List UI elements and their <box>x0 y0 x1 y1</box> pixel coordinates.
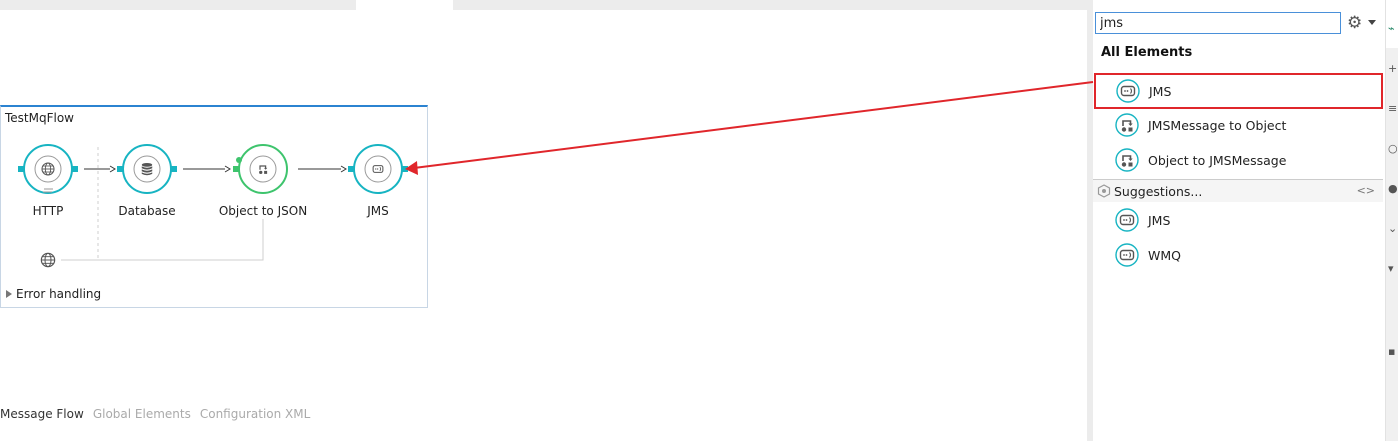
error-handling-label: Error handling <box>16 287 102 301</box>
palette-item-label: JMS <box>1149 83 1172 99</box>
mule-palette: ⚙ All Elements JMS JMSMessage to Object … <box>1093 0 1385 441</box>
suggestions-icon <box>1097 184 1111 198</box>
right-toolbar: ⌁ + ≡ ○ ● ⌄ ▾ ▪ <box>1385 0 1398 441</box>
suggestion-item-wmq[interactable]: WMQ <box>1093 238 1383 272</box>
tab-message-flow[interactable]: Message Flow <box>0 407 84 421</box>
toolbar-icon[interactable]: ○ <box>1388 142 1398 155</box>
toolbar-icon[interactable]: ▪ <box>1388 345 1395 358</box>
editor-tab-inactive[interactable] <box>0 0 356 10</box>
http-node[interactable] <box>18 144 78 194</box>
editor-bottom-tabs: Message Flow Global Elements Configurati… <box>0 407 310 421</box>
flow-arrow <box>298 165 347 173</box>
expand-arrow-icon <box>6 290 12 298</box>
palette-item-jmsmessage-to-object[interactable]: JMSMessage to Object <box>1093 108 1383 142</box>
jms-node-label: JMS <box>367 204 389 218</box>
palette-item-label: JMSMessage to Object <box>1148 117 1287 133</box>
suggestions-header[interactable]: Suggestions... <> <box>1093 179 1383 202</box>
toolbar-icon[interactable]: ≡ <box>1388 102 1397 115</box>
palette-item-label: Object to JMSMessage <box>1148 152 1287 168</box>
toolbar-icon[interactable]: ▾ <box>1388 262 1394 275</box>
palette-item-object-to-jmsmessage[interactable]: Object to JMSMessage <box>1093 143 1383 177</box>
flow-arrow <box>84 165 116 173</box>
chevron-down-icon[interactable] <box>1368 20 1376 25</box>
tab-global-elements[interactable]: Global Elements <box>93 407 191 421</box>
error-handling-toggle[interactable]: Error handling <box>6 287 101 301</box>
jms-connector-icon <box>1116 79 1140 103</box>
collapse-icon[interactable]: <> <box>1357 184 1375 197</box>
response-globe-icon[interactable] <box>36 248 60 272</box>
suggestion-item-label: WMQ <box>1148 247 1181 263</box>
database-node-label: Database <box>118 204 176 218</box>
flow-arrow <box>183 165 231 173</box>
editor-tab-bar <box>0 0 1088 10</box>
transformer-icon <box>1115 148 1139 172</box>
database-node[interactable] <box>117 144 177 194</box>
tab-configuration-xml[interactable]: Configuration XML <box>200 407 310 421</box>
object-to-json-node[interactable] <box>233 144 288 194</box>
palette-search-input[interactable] <box>1095 12 1341 34</box>
toolbar-icon[interactable]: ⌄ <box>1388 222 1397 235</box>
jms-node[interactable] <box>348 144 408 194</box>
transformer-icon <box>1115 113 1139 137</box>
gear-icon[interactable]: ⚙ <box>1347 12 1363 34</box>
object-to-json-node-label: Object to JSON <box>218 204 308 218</box>
jms-connector-icon <box>1115 208 1139 232</box>
all-elements-title: All Elements <box>1101 45 1193 60</box>
wmq-connector-icon <box>1115 243 1139 267</box>
toolbar-icon[interactable]: ⌁ <box>1388 22 1395 35</box>
toolbar-icon[interactable]: ● <box>1388 182 1398 195</box>
suggestion-item-label: JMS <box>1148 212 1171 228</box>
suggestion-item-jms[interactable]: JMS <box>1093 203 1383 237</box>
palette-item-jms[interactable]: JMS <box>1094 73 1383 109</box>
toolbar-icon[interactable]: + <box>1388 62 1397 75</box>
suggestions-title: Suggestions... <box>1114 183 1203 199</box>
flow-container[interactable]: TestMqFlow HTTP Database Object to JSON … <box>0 105 428 308</box>
editor-tab-inactive[interactable] <box>453 0 1088 10</box>
